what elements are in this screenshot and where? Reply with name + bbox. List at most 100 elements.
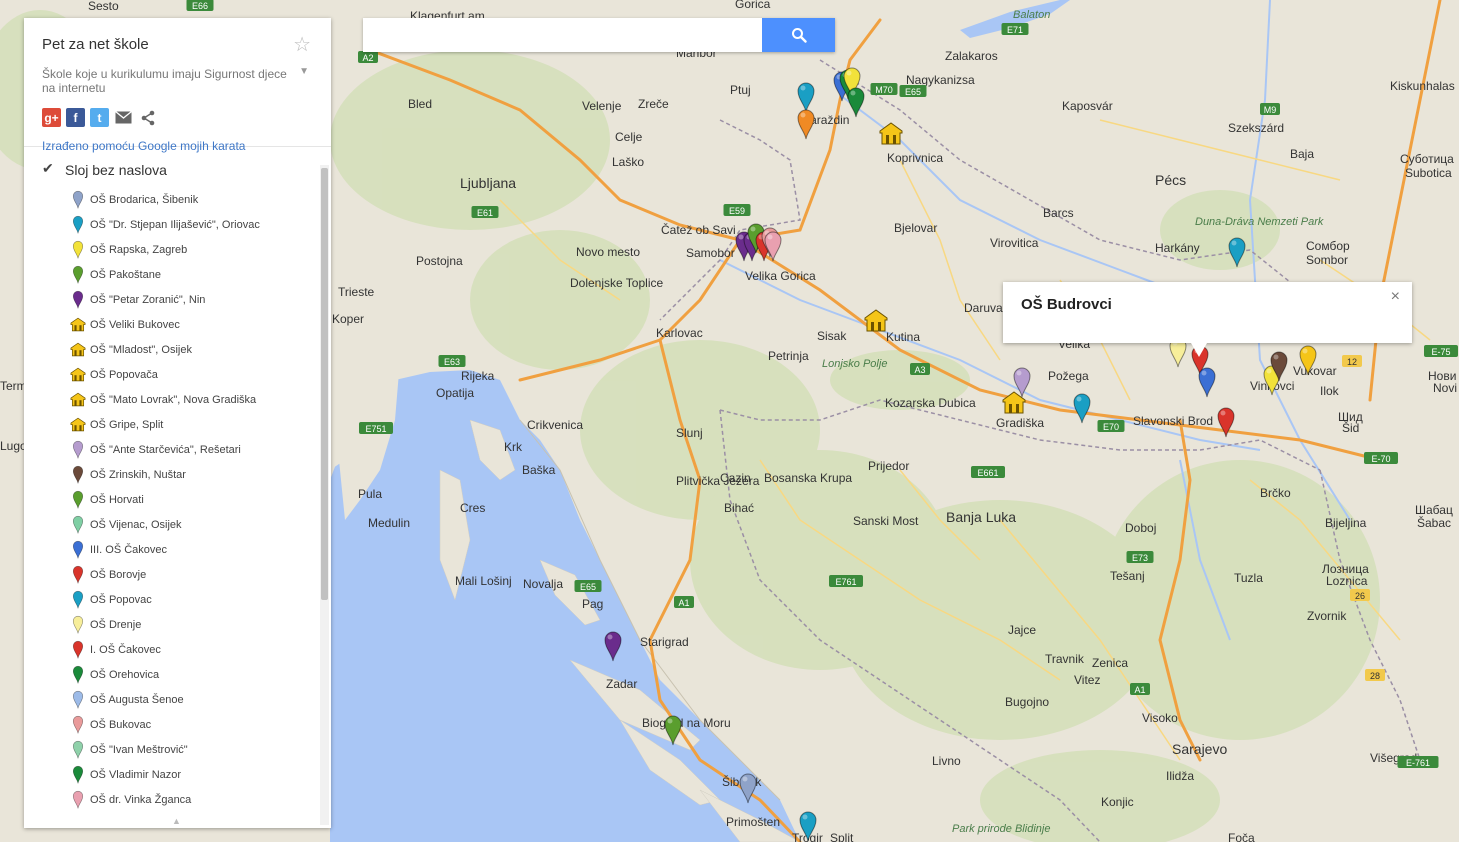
road-shield: E71	[1001, 23, 1029, 35]
layer-item[interactable]: OŠ Orehovica	[24, 662, 331, 687]
place-label: Gorica	[735, 0, 771, 11]
layer-item[interactable]: OŠ Popovača	[24, 362, 331, 387]
place-label: Primošten	[726, 815, 780, 829]
layer-item[interactable]: OŠ Vijenac, Osijek	[24, 512, 331, 537]
road-label: E661	[977, 468, 998, 478]
facebook-icon[interactable]: f	[66, 108, 85, 127]
road-label: E71	[1007, 25, 1023, 35]
place-label: Суботица	[1400, 152, 1454, 166]
layer-item[interactable]: OŠ dr. Vinka Žganca	[24, 787, 331, 812]
layer-item[interactable]: OŠ Zrinskih, Nuštar	[24, 462, 331, 487]
place-label: Starigrad	[640, 635, 689, 649]
search-icon	[791, 28, 807, 43]
road-label: E761	[835, 577, 856, 587]
layer-item[interactable]: OŠ Drenje	[24, 612, 331, 637]
place-label: Biograd na Moru	[642, 716, 731, 730]
school-icon	[69, 390, 87, 410]
layer-item[interactable]: OŠ Augusta Šenoe	[24, 687, 331, 712]
layer-item[interactable]: OŠ Horvati	[24, 487, 331, 512]
place-label: Bled	[408, 97, 432, 111]
layer-item[interactable]: I. OŠ Čakovec	[24, 637, 331, 662]
place-label: Zalakaros	[945, 49, 998, 63]
place-label: Bosanska Krupa	[764, 471, 852, 485]
place-label: Zreče	[638, 97, 669, 111]
place-label: Samobor	[686, 246, 735, 260]
place-label: Velenje	[582, 99, 622, 113]
place-label: Split	[830, 831, 854, 842]
layer-item[interactable]: OŠ Veliki Bukovec	[24, 312, 331, 337]
layer-item[interactable]: OŠ Brodarica, Šibenik	[24, 187, 331, 212]
place-label: Szekszárd	[1228, 121, 1284, 135]
place-label: Duna-Dráva Nemzeti Park	[1195, 216, 1324, 228]
chevron-down-icon[interactable]: ▼	[299, 66, 309, 77]
layer-item[interactable]: OŠ Gripe, Split	[24, 412, 331, 437]
place-label: Sisak	[817, 329, 847, 343]
road-shield: E-75	[1424, 345, 1458, 357]
road-shield: A1	[674, 596, 694, 608]
road-label: E-70	[1371, 454, 1390, 464]
map-pin-icon	[69, 190, 87, 210]
layer-item-label: OŠ Horvati	[90, 493, 144, 506]
chevron-up-icon[interactable]: ▲	[172, 816, 181, 826]
map-pin-icon	[69, 640, 87, 660]
place-label: Trieste	[338, 285, 375, 299]
layer-item[interactable]: OŠ "Petar Zoranić", Nin	[24, 287, 331, 312]
road-label: E65	[580, 582, 596, 592]
layer-item[interactable]: III. OŠ Čakovec	[24, 537, 331, 562]
layer-item[interactable]: OŠ Bukovac	[24, 712, 331, 737]
place-label: Sesto	[88, 0, 119, 13]
layer-item[interactable]: OŠ "Dr. Stjepan Ilijašević", Oriovac	[24, 212, 331, 237]
place-label: Balaton	[1013, 9, 1050, 21]
layer-item[interactable]: OŠ "Ivan Meštrović"	[24, 737, 331, 762]
place-label: Virovitica	[990, 236, 1039, 250]
close-icon[interactable]: ×	[1391, 288, 1400, 306]
place-label: Pag	[582, 597, 603, 611]
star-icon[interactable]: ☆	[293, 32, 311, 57]
road-label: 26	[1355, 591, 1365, 601]
layer-item-label: OŠ "Mato Lovrak", Nova Gradiška	[90, 393, 257, 406]
layer-header[interactable]: Sloj bez naslova	[24, 157, 331, 183]
place-label: Slunj	[676, 426, 703, 440]
map-pin-icon	[69, 240, 87, 260]
share-icon[interactable]	[138, 108, 157, 127]
road-shield: A3	[910, 363, 930, 375]
search-input[interactable]	[363, 18, 753, 52]
layer-checkbox[interactable]	[42, 160, 54, 177]
road-label: A1	[1134, 685, 1145, 695]
layer-item-label: OŠ Vijenac, Osijek	[90, 518, 182, 531]
layer-item[interactable]: OŠ Rapska, Zagreb	[24, 237, 331, 262]
scrollbar-thumb[interactable]	[321, 168, 328, 600]
email-icon[interactable]	[114, 108, 133, 127]
layer-item[interactable]: OŠ Borovje	[24, 562, 331, 587]
place-label: Karlovac	[656, 326, 703, 340]
layer-item[interactable]: OŠ "Ante Starčevića", Rešetari	[24, 437, 331, 462]
road-shield: E61	[471, 206, 499, 218]
road-label: A1	[678, 598, 689, 608]
road-label: 12	[1347, 357, 1357, 367]
panel-header: Pet za net škole ☆ Škole koje u kurikulu…	[24, 18, 331, 153]
road-label: E-761	[1406, 758, 1430, 768]
place-label: Doboj	[1125, 521, 1156, 535]
google-plus-icon[interactable]: g+	[42, 108, 61, 127]
layer-item[interactable]: OŠ Pakoštane	[24, 262, 331, 287]
layer-item-label: OŠ Rapska, Zagreb	[90, 243, 188, 256]
place-label: Ilidža	[1166, 769, 1194, 783]
place-label: Krk	[504, 440, 523, 454]
place-label: Kozarska Dubica	[885, 396, 976, 410]
twitter-icon[interactable]: t	[90, 108, 109, 127]
place-label: Šabac	[1417, 515, 1451, 530]
road-label: 28	[1370, 671, 1380, 681]
made-with-link[interactable]: Izrađeno pomoću Google mojih karata	[42, 139, 313, 153]
search-button[interactable]	[762, 18, 835, 52]
layer-item-label: OŠ Orehovica	[90, 668, 160, 681]
layer-item[interactable]: OŠ Vladimir Nazor	[24, 762, 331, 787]
layer-item[interactable]: OŠ "Mato Lovrak", Nova Gradiška	[24, 387, 331, 412]
place-label: Kiskunhalas	[1390, 79, 1455, 93]
place-label: Požega	[1048, 369, 1089, 383]
place-label: Bijeljina	[1325, 516, 1367, 530]
place-label: Baja	[1290, 147, 1314, 161]
place-label: Harkány	[1155, 241, 1200, 255]
layer-item[interactable]: OŠ Popovac	[24, 587, 331, 612]
layer-item[interactable]: OŠ "Mladost", Osijek	[24, 337, 331, 362]
place-label: Gradiška	[996, 416, 1044, 430]
